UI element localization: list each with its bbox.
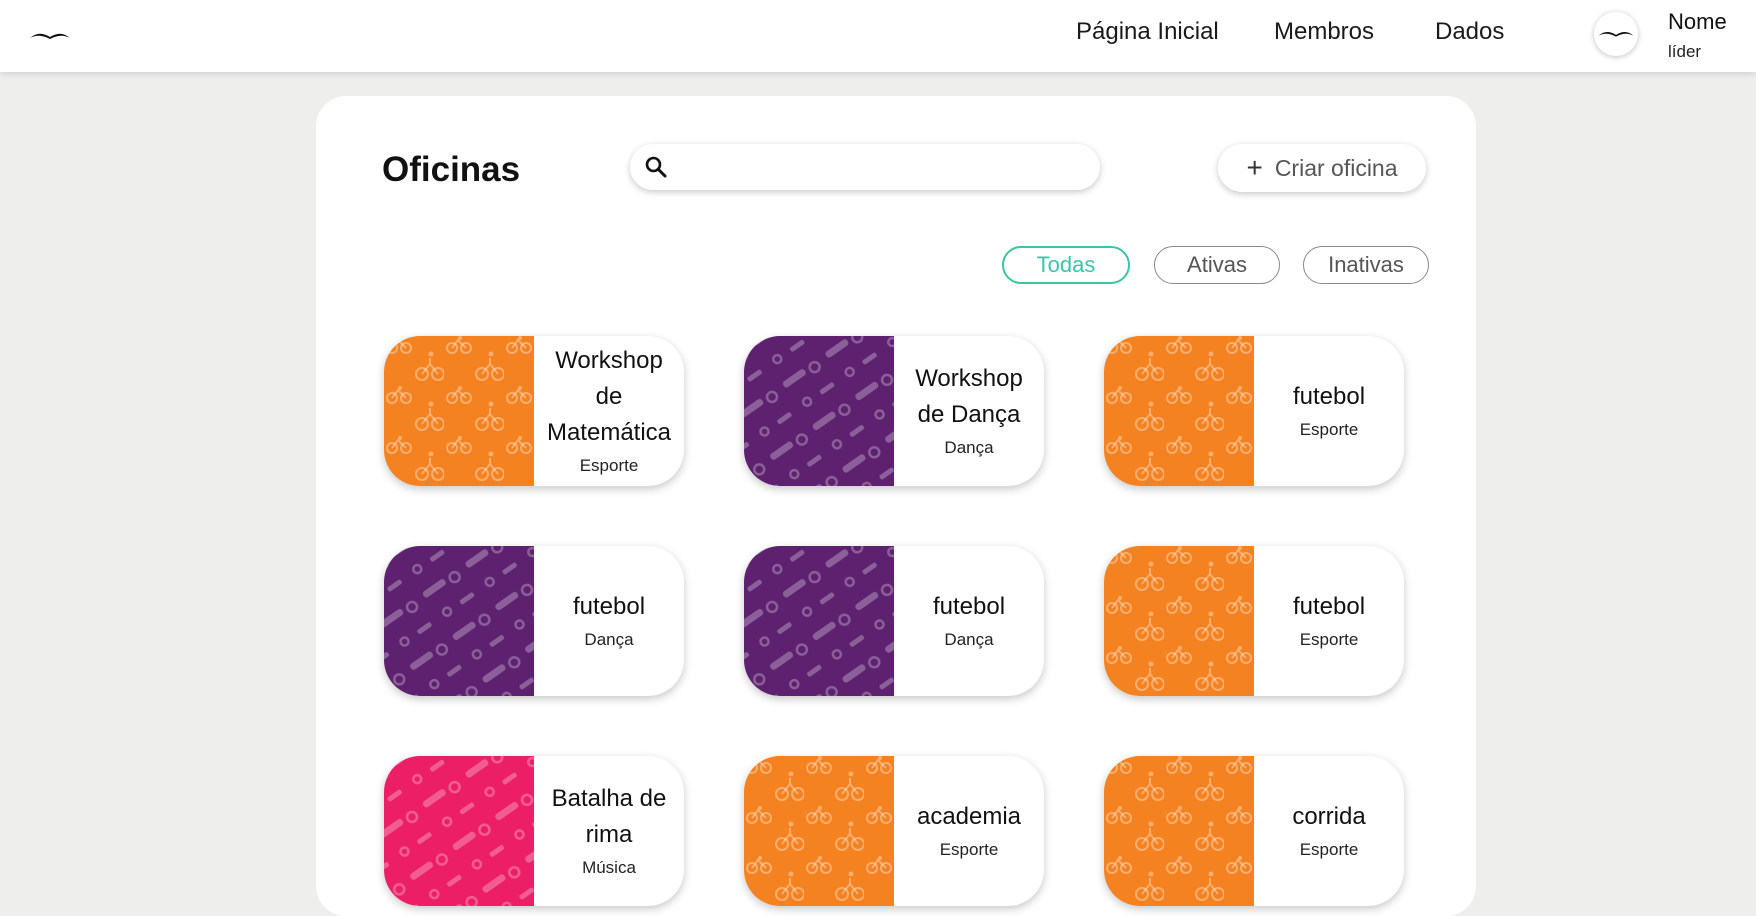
nav-link-membros[interactable]: Membros: [1274, 18, 1374, 46]
workshop-card-body: futebol Dança: [534, 546, 684, 696]
workshop-card-category: Esporte: [939, 840, 999, 859]
filter-todas[interactable]: Todas: [1002, 246, 1130, 284]
workshop-card-category: Dança: [944, 438, 994, 457]
workshop-card-category: Esporte: [1299, 420, 1359, 439]
workshop-card-body: futebol Dança: [894, 546, 1044, 696]
plus-icon: +: [1246, 152, 1263, 183]
workshop-card-image: [1104, 756, 1254, 906]
workshop-card-image: [744, 546, 894, 696]
workshop-card-image: [384, 546, 534, 696]
create-workshop-label: Criar oficina: [1274, 154, 1398, 181]
nav-link-dados[interactable]: Dados: [1435, 18, 1504, 46]
workshop-card-title: Workshop de Dança: [915, 365, 1023, 428]
workshop-card-image: [384, 756, 534, 906]
workshop-card-title: Workshop de Matemática: [546, 347, 672, 446]
workshop-card-body: futebol Esporte: [1254, 546, 1404, 696]
workshop-card-title: futebol: [572, 593, 646, 620]
workshop-card[interactable]: Workshop de Matemática Esporte: [384, 336, 684, 486]
workshop-card[interactable]: futebol Esporte: [1104, 336, 1404, 486]
workshop-card-category: Esporte: [1299, 840, 1359, 859]
filter-ativas[interactable]: Ativas: [1154, 246, 1280, 284]
workshops-panel: Oficinas + Criar oficina Todas Ativas In…: [316, 96, 1476, 916]
workshop-card-title: futebol: [1292, 593, 1366, 620]
workshop-card-category: Dança: [944, 630, 994, 649]
create-workshop-button[interactable]: + Criar oficina: [1218, 144, 1426, 192]
user-role: líder: [1668, 42, 1702, 61]
workshop-card-title: corrida: [1292, 803, 1366, 830]
workshop-card[interactable]: corrida Esporte: [1104, 756, 1404, 906]
workshop-card-body: Workshop de Dança Dança: [894, 336, 1044, 486]
bird-logo-icon: [1598, 32, 1634, 37]
workshop-card-body: Batalha de rima Música: [534, 756, 684, 906]
workshop-card[interactable]: futebol Dança: [384, 546, 684, 696]
search-icon: [645, 156, 667, 178]
workshop-card-title: academia: [916, 803, 1022, 830]
page-title: Oficinas: [382, 150, 521, 189]
bird-logo-icon[interactable]: [28, 28, 72, 44]
search-input[interactable]: [682, 152, 1086, 184]
workshop-card-title: Batalha de rima: [551, 785, 667, 848]
workshop-card-title: futebol: [932, 593, 1006, 620]
workshop-card[interactable]: academia Esporte: [744, 756, 1044, 906]
user-name: Nome: [1668, 9, 1727, 34]
workshop-card-body: corrida Esporte: [1254, 756, 1404, 906]
workshop-card[interactable]: Workshop de Dança Dança: [744, 336, 1044, 486]
workshop-card-image: [1104, 546, 1254, 696]
workshop-card-category: Música: [582, 858, 636, 877]
workshop-card-category: Dança: [584, 630, 634, 649]
workshop-card-title: futebol: [1292, 383, 1366, 410]
filter-inativas[interactable]: Inativas: [1303, 246, 1429, 284]
workshop-card[interactable]: futebol Esporte: [1104, 546, 1404, 696]
workshop-card-body: Workshop de Matemática Esporte: [534, 336, 684, 486]
workshop-card-category: Esporte: [1299, 630, 1359, 649]
workshop-card-image: [744, 336, 894, 486]
workshop-card-body: futebol Esporte: [1254, 336, 1404, 486]
workshop-card-image: [744, 756, 894, 906]
workshop-card-image: [1104, 336, 1254, 486]
workshop-card[interactable]: Batalha de rima Música: [384, 756, 684, 906]
workshop-card-image: [384, 336, 534, 486]
workshop-card-body: academia Esporte: [894, 756, 1044, 906]
search-box[interactable]: [630, 144, 1100, 190]
top-navigation-bar: Página Inicial Membros Dados Nome líder: [0, 0, 1756, 72]
avatar[interactable]: [1594, 12, 1638, 56]
nav-link-pagina-inicial[interactable]: Página Inicial: [1076, 18, 1219, 46]
workshop-card[interactable]: futebol Dança: [744, 546, 1044, 696]
workshop-card-category: Esporte: [579, 456, 639, 475]
